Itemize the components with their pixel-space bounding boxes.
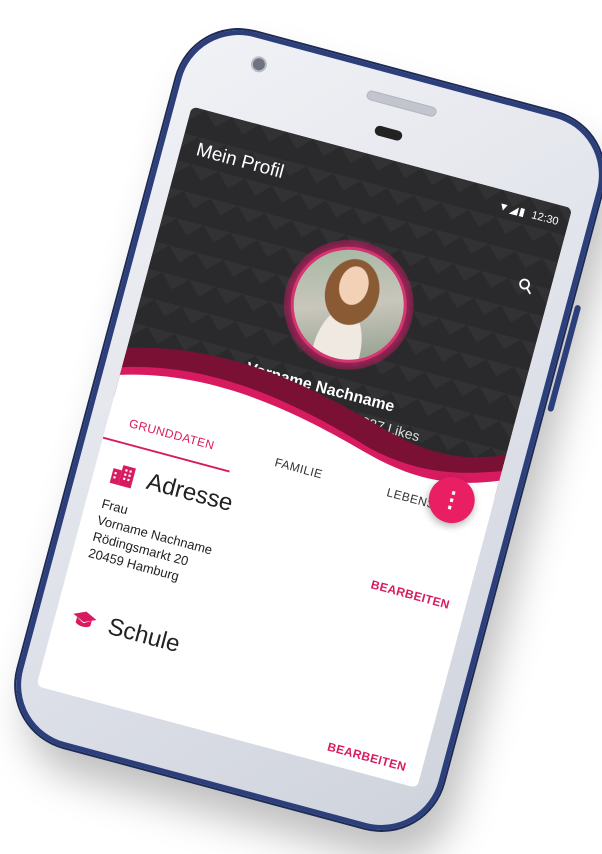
status-bar: ▼◢▮ 12:30 — [497, 199, 560, 228]
phone-screen: ▼◢▮ 12:30 Mein Profil Vorname Nachname W… — [36, 106, 573, 788]
school-title: Schule — [104, 612, 183, 659]
phone-device: ▼◢▮ 12:30 Mein Profil Vorname Nachname W… — [1, 15, 602, 845]
avatar[interactable] — [277, 233, 420, 376]
building-icon — [109, 465, 136, 489]
page-title: Mein Profil — [193, 139, 287, 183]
status-time: 12:30 — [530, 208, 560, 228]
graduation-cap-icon — [73, 611, 97, 628]
search-icon[interactable] — [515, 275, 537, 297]
signal-battery-icon: ▼◢▮ — [496, 200, 528, 220]
